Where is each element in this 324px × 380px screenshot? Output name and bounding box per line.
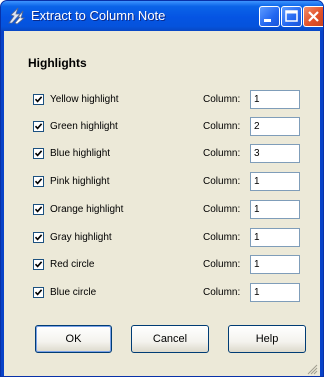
resize-grip-icon[interactable] — [306, 362, 318, 375]
minimize-button[interactable] — [259, 6, 280, 27]
highlight-label[interactable]: Red circle — [50, 259, 94, 270]
column-label: Column: — [203, 287, 241, 298]
highlight-label[interactable]: Blue circle — [50, 287, 96, 298]
column-label: Column: — [203, 176, 241, 187]
highlight-checkbox[interactable] — [33, 259, 44, 270]
highlight-label[interactable]: Blue highlight — [50, 148, 110, 159]
window-title: Extract to Column Note — [31, 8, 166, 23]
column-label: Column: — [203, 259, 241, 270]
highlight-label[interactable]: Yellow highlight — [50, 94, 119, 105]
highlight-label[interactable]: Gray highlight — [50, 232, 112, 243]
column-input[interactable] — [250, 144, 300, 163]
highlight-row: Blue highlight Column: — [0, 144, 324, 166]
column-label: Column: — [203, 232, 241, 243]
highlight-row: Yellow highlight Column: — [0, 90, 324, 112]
highlight-label[interactable]: Pink highlight — [50, 176, 109, 187]
help-button[interactable]: Help — [228, 325, 306, 353]
ok-button[interactable]: OK — [35, 325, 112, 353]
highlight-checkbox[interactable] — [33, 148, 44, 159]
highlight-checkbox[interactable] — [33, 232, 44, 243]
highlight-row: Blue circle Column: — [0, 283, 324, 305]
maximize-button[interactable] — [281, 6, 302, 27]
highlight-label[interactable]: Green highlight — [50, 121, 118, 132]
highlight-checkbox[interactable] — [33, 94, 44, 105]
section-heading: Highlights — [28, 56, 87, 70]
highlight-row: Green highlight Column: — [0, 117, 324, 139]
highlight-row: Orange highlight Column: — [0, 200, 324, 222]
highlight-row: Gray highlight Column: — [0, 228, 324, 250]
title-bar[interactable]: Extract to Column Note — [1, 1, 323, 31]
highlight-checkbox[interactable] — [33, 121, 44, 132]
column-input[interactable] — [250, 200, 300, 219]
column-input[interactable] — [250, 283, 300, 302]
highlight-label[interactable]: Orange highlight — [50, 204, 123, 215]
column-input[interactable] — [250, 90, 300, 109]
column-label: Column: — [203, 204, 241, 215]
column-input[interactable] — [250, 255, 300, 274]
column-label: Column: — [203, 94, 241, 105]
column-input[interactable] — [250, 228, 300, 247]
column-label: Column: — [203, 148, 241, 159]
highlight-checkbox[interactable] — [33, 287, 44, 298]
highlight-checkbox[interactable] — [33, 176, 44, 187]
highlight-checkbox[interactable] — [33, 204, 44, 215]
highlight-row: Pink highlight Column: — [0, 172, 324, 194]
column-input[interactable] — [250, 117, 300, 136]
close-button[interactable] — [303, 6, 323, 27]
highlight-row: Red circle Column: — [0, 255, 324, 277]
cancel-button[interactable]: Cancel — [131, 325, 209, 353]
column-label: Column: — [203, 121, 241, 132]
app-icon — [6, 6, 26, 26]
column-input[interactable] — [250, 172, 300, 191]
